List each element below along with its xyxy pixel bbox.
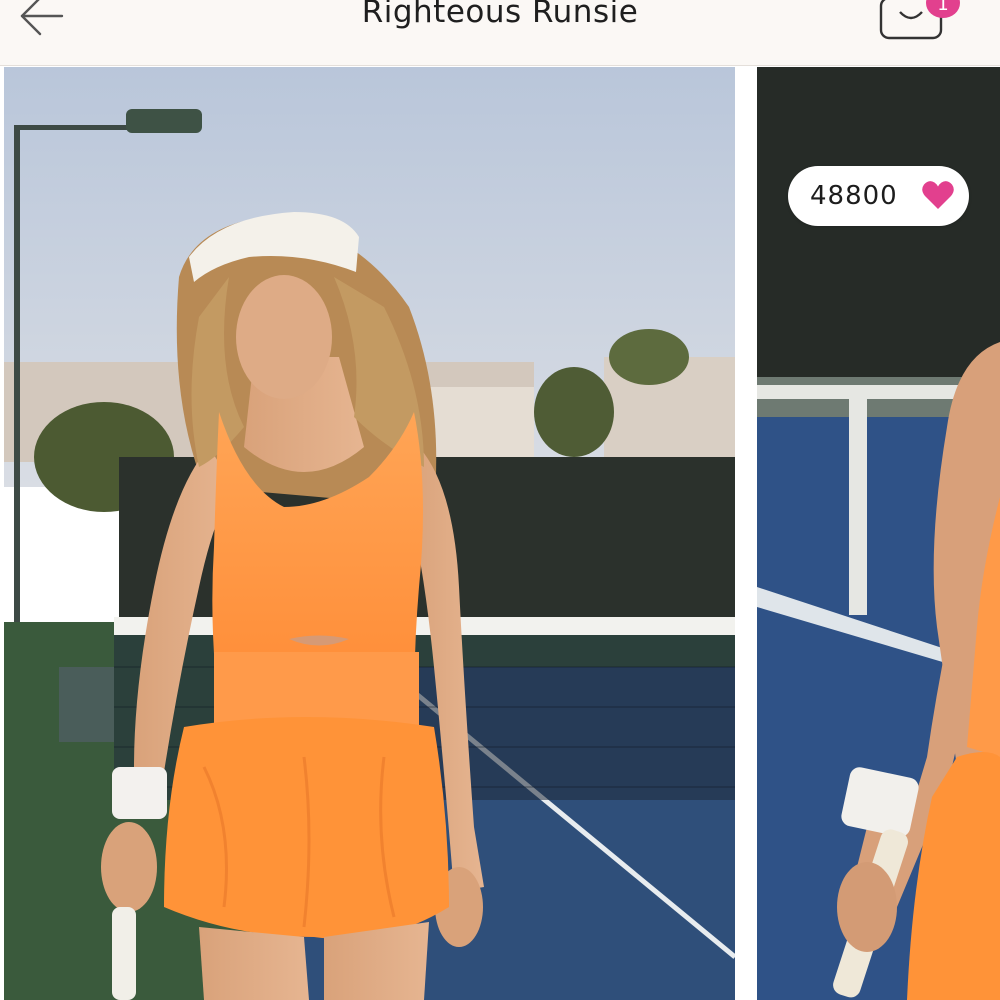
product-photo-1-image xyxy=(4,67,735,1000)
likes-count: 48800 xyxy=(810,181,898,211)
heart-icon xyxy=(922,181,954,209)
product-photo-1[interactable] xyxy=(4,67,735,1000)
page-title: Righteous Runsie xyxy=(361,0,639,30)
photo-carousel[interactable]: 48800 xyxy=(0,67,1000,1000)
like-button[interactable]: 48800 xyxy=(788,166,969,226)
app-header: Righteous Runsie 1 xyxy=(0,0,1000,66)
